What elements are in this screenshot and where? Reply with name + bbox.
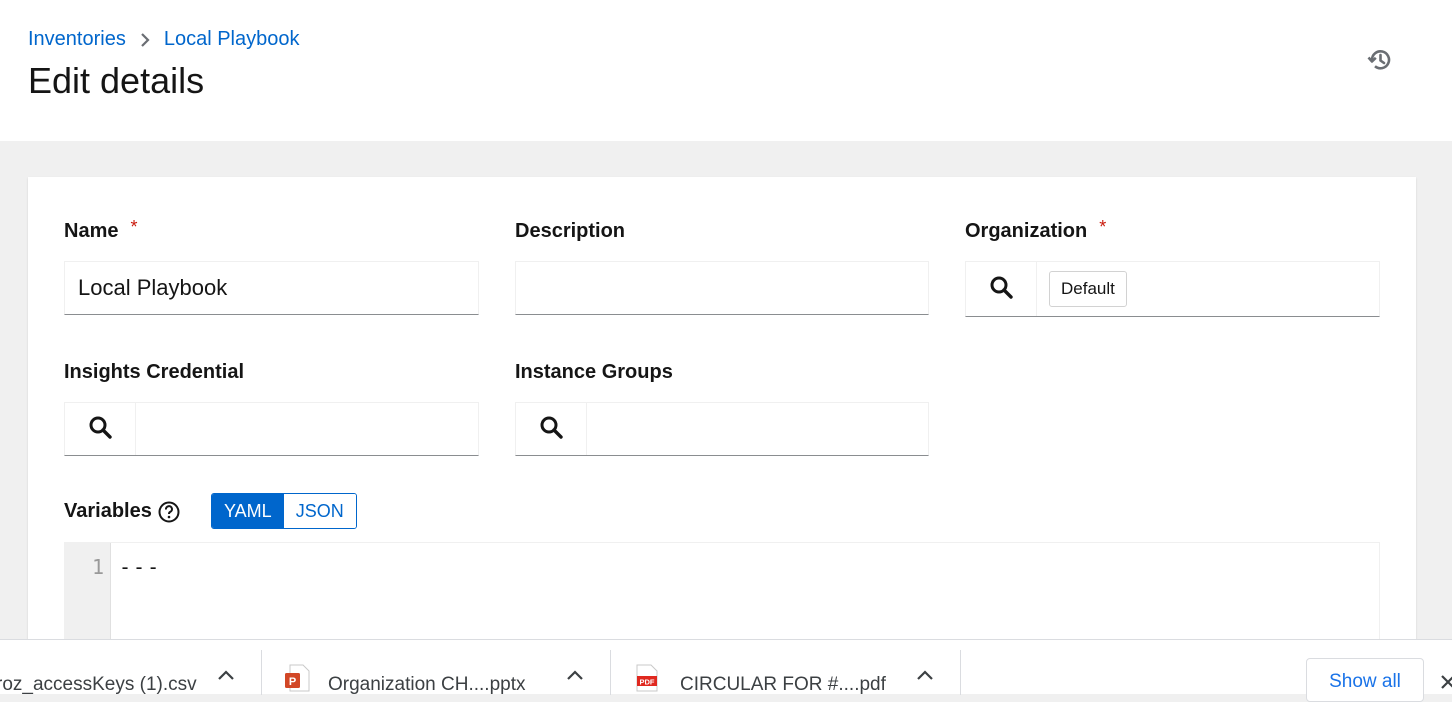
insights-credential-lookup [64,402,479,456]
organization-search-button[interactable] [966,262,1037,316]
instance-groups-lookup-value[interactable] [587,403,928,455]
insights-credential-search-button[interactable] [65,403,136,455]
search-icon [88,415,112,444]
yaml-toggle-button[interactable]: YAML [212,494,284,528]
download-item-pptx[interactable]: P Organization CH....pptx [284,640,525,695]
insights-credential-lookup-value[interactable] [136,403,478,455]
chevron-up-icon[interactable] [217,668,235,682]
help-icon[interactable] [158,501,180,523]
history-icon [1367,47,1393,78]
organization-lookup-value[interactable]: Default [1037,262,1379,316]
close-icon[interactable] [1440,672,1452,692]
download-item-pdf[interactable]: PDF CIRCULAR FOR #....pdf [636,640,886,695]
variables-label: Variables [64,500,152,522]
download-bar: roz_accessKeys (1).csv P Organization CH… [0,639,1452,702]
pdf-file-icon: PDF [636,664,658,698]
variables-format-toggle: YAML JSON [211,493,357,529]
description-label: Description [515,220,626,242]
history-button[interactable] [1366,48,1394,76]
line-number: 1 [91,555,104,579]
organization-lookup: Default [965,261,1380,317]
required-indicator: * [1099,217,1107,237]
instance-groups-field-label: Instance Groups [515,361,673,384]
code-line: --- [119,555,162,579]
description-field-label: Description [515,220,625,243]
breadcrumb-local-playbook-link[interactable]: Local Playbook [164,28,300,51]
search-icon [989,275,1013,304]
svg-text:P: P [289,676,296,688]
variables-field-label: Variables [64,500,180,523]
chevron-right-icon [140,32,150,47]
organization-field-label: Organization * [965,217,1107,243]
edit-form-card: Name * Local Playbook Description Organi… [28,177,1416,682]
download-divider [960,650,961,695]
download-filename: roz_accessKeys (1).csv [0,673,197,695]
name-input[interactable]: Local Playbook [64,261,479,315]
instance-groups-search-button[interactable] [516,403,587,455]
breadcrumb-inventories-link[interactable]: Inventories [28,28,126,51]
description-input[interactable] [515,261,929,315]
page-header: Inventories Local Playbook Edit details [0,0,1452,141]
powerpoint-file-icon: P [284,664,310,698]
name-input-value: Local Playbook [78,275,228,300]
organization-label: Organization [965,220,1088,242]
show-all-downloads-button[interactable]: Show all [1306,658,1424,702]
instance-groups-label: Instance Groups [515,361,673,383]
breadcrumb: Inventories Local Playbook [28,28,300,51]
organization-chip[interactable]: Default [1049,271,1127,307]
name-label: Name [64,220,119,242]
search-icon [539,415,563,444]
download-item-csv[interactable]: roz_accessKeys (1).csv [0,640,197,695]
page-title: Edit details [28,60,205,101]
instance-groups-lookup [515,402,929,456]
chevron-up-icon[interactable] [566,668,584,682]
name-field-label: Name * [64,217,138,243]
insights-credential-label: Insights Credential [64,361,245,383]
download-divider [610,650,611,695]
svg-text:PDF: PDF [640,677,655,686]
download-filename: CIRCULAR FOR #....pdf [680,673,886,695]
json-toggle-button[interactable]: JSON [283,494,356,528]
required-indicator: * [130,217,138,237]
download-divider [261,650,262,695]
download-filename: Organization CH....pptx [328,673,526,695]
chevron-up-icon[interactable] [916,668,934,682]
insights-credential-field-label: Insights Credential [64,361,244,384]
